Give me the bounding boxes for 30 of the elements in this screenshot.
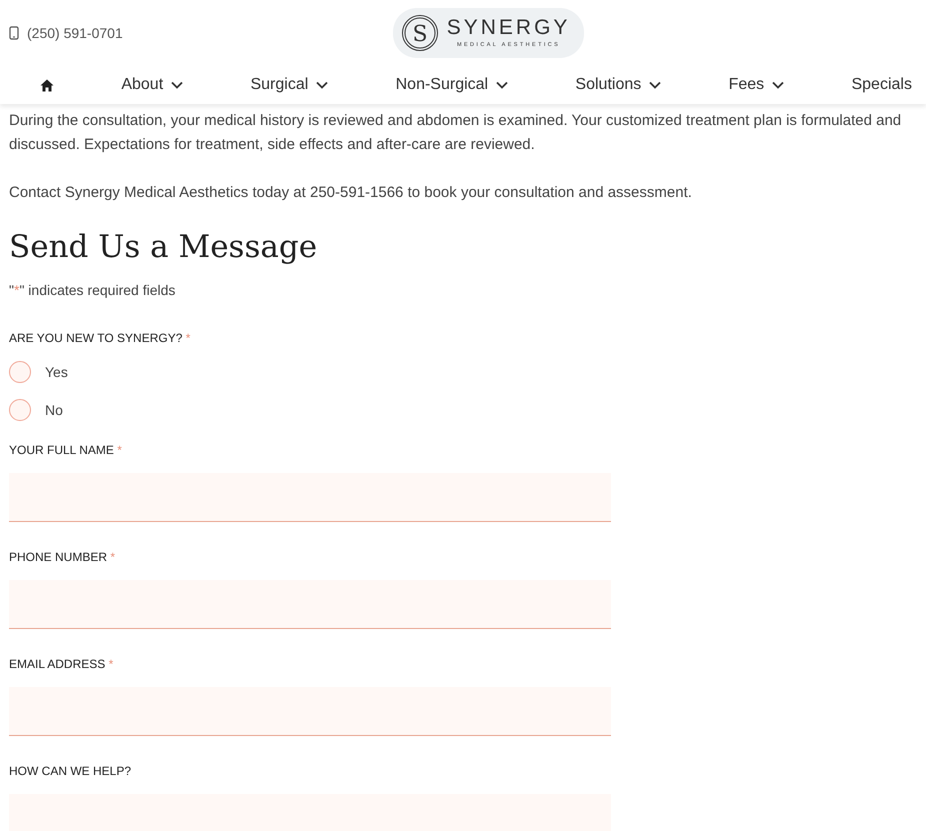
field-label: ARE YOU NEW TO SYNERGY? * <box>9 330 192 348</box>
nav-link[interactable]: Surgical <box>250 73 328 97</box>
phone-number[interactable]: (250) 591-0701 <box>27 22 123 44</box>
nav-link[interactable]: Solutions <box>575 73 662 97</box>
input-field[interactable] <box>9 687 611 736</box>
home-nav-button[interactable] <box>40 78 54 92</box>
radio-label[interactable]: No <box>45 400 63 421</box>
radio-label[interactable]: Yes <box>45 362 68 383</box>
phone-icon <box>9 26 19 40</box>
field-label: PHONE NUMBER * <box>9 549 116 566</box>
paragraph: Contact Synergy Medical Aesthetics today at 250-591-1566 to book your consultation and assessment. <box>9 183 693 203</box>
form-title: Send Us a Message <box>9 229 318 266</box>
field-label: EMAIL ADDRESS * <box>9 656 114 674</box>
radio-button[interactable] <box>9 399 31 422</box>
radio-button[interactable] <box>9 361 31 384</box>
paragraph: During the consultation, your medical history is reviewed and abdomen is examined. Your customized treatment plan is formulated and discussed. Expectations for treatment, side effects and after-care are reviewed. <box>9 111 902 155</box>
chevron-down-icon <box>772 81 784 89</box>
field-label: YOUR FULL NAME * <box>9 442 123 460</box>
nav-link[interactable]: Fees <box>728 73 784 97</box>
required-fields-note: "*" indicates required fields <box>9 281 176 300</box>
nav-link[interactable]: About <box>121 73 184 97</box>
input-field[interactable] <box>9 473 611 522</box>
chevron-down-icon <box>496 81 508 89</box>
nav-link[interactable]: Specials <box>851 73 912 97</box>
chevron-down-icon <box>171 81 184 89</box>
chevron-down-icon <box>649 81 662 89</box>
field-label: HOW CAN WE HELP? <box>9 763 132 780</box>
input-field[interactable] <box>9 580 611 630</box>
nav-link[interactable]: Non-Surgical <box>396 73 508 97</box>
chevron-down-icon <box>316 81 328 89</box>
